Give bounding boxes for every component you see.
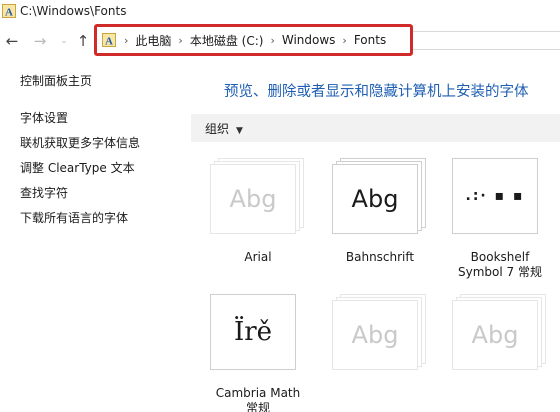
preview-page: Abg (332, 164, 418, 234)
svg-text:A: A (105, 36, 113, 48)
back-arrow-icon[interactable]: ← (3, 32, 21, 50)
font-name: Cambria Math 常规 (198, 386, 318, 412)
breadcrumb-local-disk[interactable]: 本地磁盘 (C:) (190, 32, 264, 49)
font-sample-text: Ïrě (233, 317, 273, 347)
page-title: 预览、删除或者显示和隐藏计算机上安装的字体 (224, 84, 529, 100)
font-name-line: 常规 (245, 401, 270, 412)
font-name: Arial (244, 250, 272, 264)
command-bar: 组织 ▼ (191, 114, 560, 142)
svg-text:A: A (5, 7, 13, 19)
preview-page: Abg (452, 300, 538, 370)
breadcrumb-fonts[interactable]: Fonts (354, 33, 386, 47)
font-name-line: Cambria Math (215, 386, 301, 400)
preview-page: Ïrě (210, 294, 296, 370)
sidebar-item-find-character[interactable]: 查找字符 (20, 184, 68, 201)
breadcrumb-separator[interactable]: › (178, 34, 182, 47)
font-item-bookshelf-symbol[interactable]: .:· ▪ ▪ Bookshelf Symbol 7 常规 (452, 158, 552, 280)
font-item-cambria-math[interactable]: Ïrě Cambria Math 常规 (210, 294, 310, 412)
fonts-folder-icon: A (2, 4, 16, 18)
font-name-line: Symbol 7 常规 (458, 265, 542, 279)
breadcrumb-this-pc[interactable]: 此电脑 (135, 32, 171, 49)
address-bar-extension[interactable] (413, 31, 560, 50)
font-preview: .:· ▪ ▪ (452, 158, 552, 236)
preview-page: Abg (332, 300, 418, 370)
chevron-down-icon: ▼ (236, 125, 243, 136)
sidebar-item-control-panel-home[interactable]: 控制面板主页 (20, 72, 92, 89)
sidebar-item-get-font-info-online[interactable]: 联机获取更多字体信息 (20, 134, 140, 151)
font-family-preview: Abg (210, 158, 310, 236)
title-bar: A C:\Windows\Fonts (0, 0, 560, 22)
font-item-hidden[interactable]: Abg (332, 294, 432, 372)
sidebar-item-download-all-language-fonts[interactable]: 下载所有语言的字体 (20, 209, 128, 226)
font-item-arial[interactable]: Abg Arial (210, 158, 310, 265)
breadcrumb-separator[interactable]: › (124, 34, 128, 47)
font-name-line: Bookshelf (470, 250, 530, 264)
breadcrumb-separator[interactable]: › (342, 34, 346, 47)
recent-locations-icon[interactable]: ⌄ (55, 32, 73, 50)
organize-button[interactable]: 组织 ▼ (205, 120, 243, 137)
window-title: C:\Windows\Fonts (20, 4, 127, 18)
font-sample-text: Abg (471, 321, 519, 349)
font-item-bahnschrift[interactable]: Abg Bahnschrift (332, 158, 432, 265)
forward-arrow-icon[interactable]: → (31, 32, 49, 50)
font-family-preview: Abg (332, 158, 432, 236)
font-sample-text: Abg (351, 185, 399, 213)
font-sample-text: Abg (351, 321, 399, 349)
font-family-preview: Abg (332, 294, 432, 372)
organize-label: 组织 (205, 121, 230, 136)
sidebar-item-adjust-cleartype[interactable]: 调整 ClearType 文本 (20, 159, 135, 176)
breadcrumb-separator[interactable]: › (270, 34, 274, 47)
font-family-preview: Abg (452, 294, 552, 372)
font-name: Bookshelf Symbol 7 常规 (440, 250, 560, 280)
preview-page: Abg (210, 164, 296, 234)
up-arrow-icon[interactable]: ↑ (74, 32, 92, 50)
sidebar-item-font-settings[interactable]: 字体设置 (20, 109, 68, 126)
font-sample-text: Abg (229, 185, 277, 213)
font-item-hidden[interactable]: Abg (452, 294, 552, 372)
font-sample-text: .:· ▪ ▪ (465, 188, 525, 204)
font-name: Bahnschrift (345, 250, 415, 264)
preview-page: .:· ▪ ▪ (452, 158, 538, 234)
font-preview: Ïrě (210, 294, 310, 372)
address-bar[interactable]: A › 此电脑 › 本地磁盘 (C:) › Windows › Fonts (94, 24, 413, 56)
fonts-folder-icon: A (101, 32, 117, 48)
breadcrumb-windows[interactable]: Windows (282, 33, 336, 47)
